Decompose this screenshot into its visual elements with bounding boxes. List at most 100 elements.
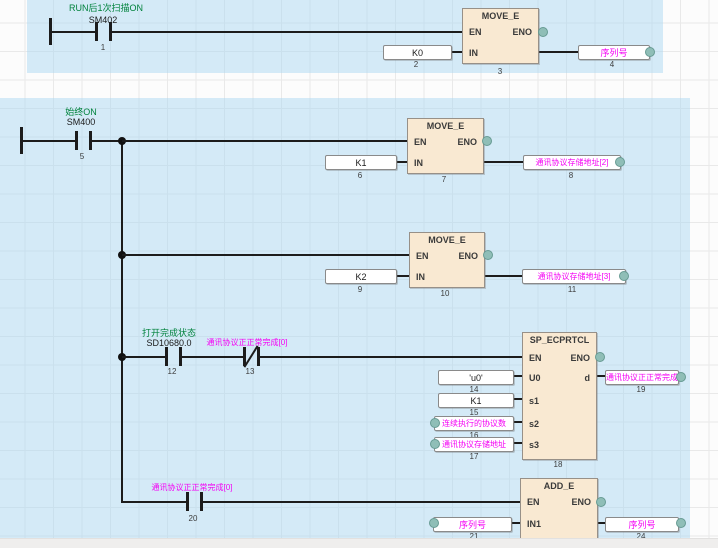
pin-label-en: EN [529,353,542,363]
wire-segment [122,140,407,142]
block-title: ADD_E [521,481,597,491]
input-pin-dot [429,518,439,528]
contact-bar [95,22,98,41]
pin-label-in1: IN1 [527,519,541,529]
operand-box-s1-k1[interactable]: K1 [438,393,514,408]
operand-box-u0[interactable]: 'u0' [438,370,514,385]
wire-segment [122,356,165,358]
output-pin-dot [615,157,625,167]
pin-label-u0: U0 [529,373,541,383]
operand-box-k0[interactable]: K0 [383,45,452,60]
eno-pin-dot [596,497,606,507]
pin-label-eno: ENO [570,353,590,363]
block-title: MOVE_E [408,121,483,131]
block-step-number: 7 [442,175,446,184]
step-number: 5 [80,152,84,161]
operand-step-number: 8 [569,171,573,180]
output-box-serial-out[interactable]: 序列号 [605,517,679,532]
wire-segment [122,254,409,256]
pin-label-eno: ENO [512,27,532,37]
pin-label-in: IN [416,272,425,282]
contact-bar [179,347,182,366]
step-number: 12 [168,367,177,376]
output-box-protocol-done[interactable]: 通讯协议正正常完成 [605,370,679,385]
output-box-protocol-addr-3[interactable]: 通讯协议存储地址[3] [522,269,626,284]
output-pin-dot [676,518,686,528]
operand-step-number: 6 [358,171,362,180]
eno-pin-dot [482,136,492,146]
wire-segment [483,275,522,277]
contact-bar [200,492,203,511]
wire-segment [537,51,578,53]
pin-label-in: IN [469,48,478,58]
ladder-editor-canvas: RUN后1次扫描ON SM402 1 MOVE_E EN ENO IN 3 K0… [0,0,718,548]
function-block-sp-ecprtcl[interactable]: SP_ECPRTCL EN ENO U0 d s1 s2 s3 [522,332,597,460]
editor-bottom-strip [0,538,718,548]
operand-box-s2-protocol-count[interactable]: 连续执行的协议数 [434,416,514,431]
eno-pin-dot [483,250,493,260]
contact-sm400[interactable] [75,131,92,150]
contact-sm402[interactable] [95,22,112,41]
eno-pin-dot [595,352,605,362]
eno-pin-dot [538,27,548,37]
wire-segment [52,31,95,33]
branch-trunk-wire [121,141,123,502]
contact-bar [186,492,189,511]
contact-bar [75,131,78,150]
contact-sd10680[interactable] [165,347,182,366]
block-step-number: 3 [498,67,502,76]
output-box-serial-number[interactable]: 序列号 [578,45,650,60]
block-step-number: 18 [554,460,563,469]
function-block-move-3[interactable]: MOVE_E EN ENO IN [409,232,485,288]
operand-box-k2[interactable]: K2 [325,269,397,284]
pin-label-eno: ENO [457,137,477,147]
pin-label-s2: s2 [529,419,539,429]
block-title: MOVE_E [463,11,538,21]
output-pin-dot [645,47,655,57]
wire-segment [482,161,523,163]
wire-segment [260,356,522,358]
wire-segment [121,501,186,503]
input-pin-dot [430,418,440,428]
pin-label-in: IN [414,158,423,168]
pin-label-en: EN [469,27,482,37]
block-step-number: 10 [441,289,450,298]
operand-step-number: 11 [568,285,576,294]
output-pin-dot [619,271,629,281]
step-number: 1 [101,43,105,52]
operand-box-serial-in[interactable]: 序列号 [433,517,512,532]
pin-label-s1: s1 [529,396,539,406]
device-comment: RUN后1次扫描ON [69,1,143,14]
pin-label-en: EN [414,137,427,147]
wire-segment [182,356,243,358]
contact-nc-protocol-done[interactable] [243,347,260,366]
step-number: 13 [246,367,255,376]
pin-label-eno: ENO [571,497,591,507]
contact-protocol-done[interactable] [186,492,203,511]
pin-label-s3: s3 [529,440,539,450]
pin-label-en: EN [416,251,429,261]
operand-step-number: 19 [637,385,646,394]
input-pin-dot [430,439,440,449]
pin-label-d: d [585,373,591,383]
operand-box-s3-protocol-addr[interactable]: 通讯协议存储地址 [434,437,514,452]
wire-segment [203,501,520,503]
wire-segment [23,140,75,142]
block-title: SP_ECPRTCL [523,335,596,345]
wire-segment [112,31,462,33]
pin-label-eno: ENO [458,251,478,261]
contact-bar [165,347,168,366]
device-name: SM400 [67,117,96,127]
output-pin-dot [676,372,686,382]
operand-step-number: 2 [414,60,418,69]
block-title: MOVE_E [410,235,484,245]
function-block-move-2[interactable]: MOVE_E EN ENO IN [407,118,484,174]
function-block-move-1[interactable]: MOVE_E EN ENO IN [462,8,539,64]
operand-step-number: 9 [358,285,362,294]
step-number: 20 [189,514,198,523]
operand-step-number: 17 [470,452,479,461]
contact-bar [257,347,260,366]
operand-box-k1[interactable]: K1 [325,155,397,170]
pin-label-en: EN [527,497,540,507]
output-box-protocol-addr-2[interactable]: 通讯协议存储地址[2] [523,155,621,170]
